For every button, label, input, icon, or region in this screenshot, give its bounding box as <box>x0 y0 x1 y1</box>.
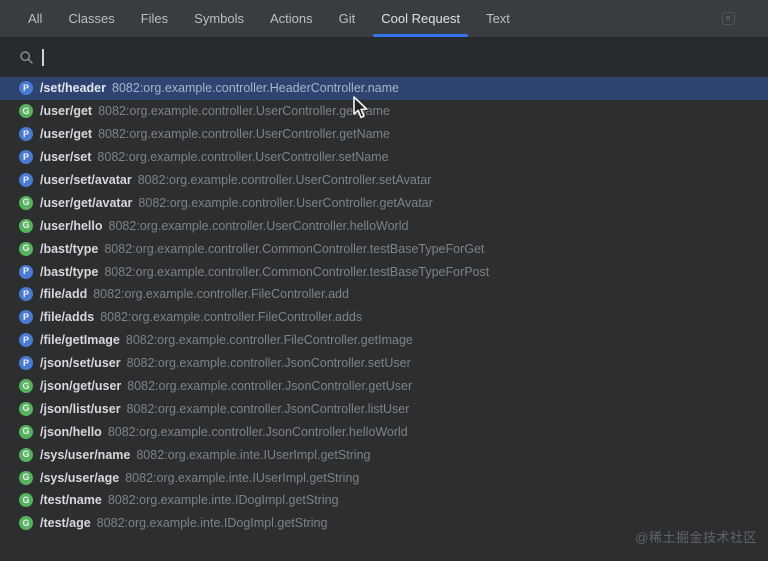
endpoint-path: /user/set/avatar <box>40 173 132 187</box>
endpoint-path: /bast/type <box>40 242 98 256</box>
endpoint-path: /file/add <box>40 287 87 301</box>
endpoint-detail: 8082:org.example.controller.UserControll… <box>138 173 432 187</box>
endpoint-path: /bast/type <box>40 265 98 279</box>
open-in-window-icon[interactable] <box>722 12 735 25</box>
endpoint-detail: 8082:org.example.controller.JsonControll… <box>127 402 410 416</box>
search-icon <box>20 51 33 64</box>
result-row[interactable]: P /bast/type 8082:org.example.controller… <box>0 260 768 283</box>
http-method-icon: G <box>19 379 33 393</box>
result-row[interactable]: G /user/hello 8082:org.example.controlle… <box>0 214 768 237</box>
http-method-icon: P <box>19 81 33 95</box>
result-row[interactable]: P /json/set/user 8082:org.example.contro… <box>0 352 768 375</box>
endpoint-detail: 8082:org.example.controller.CommonContro… <box>104 242 484 256</box>
endpoint-path: /sys/user/name <box>40 448 130 462</box>
endpoint-path: /set/header <box>40 81 106 95</box>
result-row[interactable]: G /json/list/user 8082:org.example.contr… <box>0 397 768 420</box>
watermark: @稀土掘金技术社区 <box>635 527 757 546</box>
endpoint-detail: 8082:org.example.controller.UserControll… <box>98 127 390 141</box>
endpoint-path: /user/get <box>40 104 92 118</box>
result-row[interactable]: P /file/add 8082:org.example.controller.… <box>0 283 768 306</box>
http-method-icon: P <box>19 127 33 141</box>
result-row[interactable]: G /bast/type 8082:org.example.controller… <box>0 237 768 260</box>
results-list: P /set/header 8082:org.example.controlle… <box>0 76 768 535</box>
tab-classes[interactable]: Classes <box>55 0 127 37</box>
endpoint-path: /test/age <box>40 516 91 530</box>
http-method-icon: P <box>19 287 33 301</box>
endpoint-path: /test/name <box>40 493 102 507</box>
http-method-icon: G <box>19 402 33 416</box>
endpoint-detail: 8082:org.example.controller.JsonControll… <box>127 379 412 393</box>
endpoint-detail: 8082:org.example.controller.UserControll… <box>98 104 390 118</box>
http-method-icon: P <box>19 333 33 347</box>
endpoint-detail: 8082:org.example.controller.FileControll… <box>93 287 349 301</box>
http-method-icon: G <box>19 493 33 507</box>
http-method-icon: G <box>19 425 33 439</box>
endpoint-detail: 8082:org.example.controller.JsonControll… <box>127 356 411 370</box>
result-row[interactable]: G /user/get/avatar 8082:org.example.cont… <box>0 191 768 214</box>
endpoint-detail: 8082:org.example.controller.CommonContro… <box>104 265 489 279</box>
endpoint-detail: 8082:org.example.inte.IDogImpl.getString <box>108 493 339 507</box>
result-row[interactable]: G /json/get/user 8082:org.example.contro… <box>0 375 768 398</box>
endpoint-detail: 8082:org.example.inte.IUserImpl.getStrin… <box>125 471 359 485</box>
http-method-icon: P <box>19 310 33 324</box>
http-method-icon: G <box>19 219 33 233</box>
result-row[interactable]: G /sys/user/age 8082:org.example.inte.IU… <box>0 466 768 489</box>
endpoint-path: /user/set <box>40 150 91 164</box>
endpoint-path: /sys/user/age <box>40 471 119 485</box>
endpoint-detail: 8082:org.example.controller.JsonControll… <box>108 425 408 439</box>
endpoint-detail: 8082:org.example.controller.UserControll… <box>138 196 432 210</box>
result-row[interactable]: P /set/header 8082:org.example.controlle… <box>0 77 768 100</box>
endpoint-path: /json/set/user <box>40 356 121 370</box>
endpoint-detail: 8082:org.example.controller.FileControll… <box>100 310 362 324</box>
result-row[interactable]: G /json/hello 8082:org.example.controlle… <box>0 420 768 443</box>
tab-bar: AllClassesFilesSymbolsActionsGitCool Req… <box>0 0 768 38</box>
result-row[interactable]: P /user/get 8082:org.example.controller.… <box>0 123 768 146</box>
http-method-icon: P <box>19 150 33 164</box>
text-caret <box>42 49 44 66</box>
tab-git[interactable]: Git <box>326 0 369 37</box>
http-method-icon: P <box>19 265 33 279</box>
tab-text[interactable]: Text <box>473 0 523 37</box>
tabbar-spacer <box>523 0 722 37</box>
endpoint-path: /json/get/user <box>40 379 121 393</box>
tab-all[interactable]: All <box>15 0 55 37</box>
search-bar <box>0 38 768 76</box>
endpoint-path: /file/getImage <box>40 333 120 347</box>
endpoint-detail: 8082:org.example.inte.IDogImpl.getString <box>97 516 328 530</box>
http-method-icon: P <box>19 173 33 187</box>
tab-actions[interactable]: Actions <box>257 0 326 37</box>
endpoint-path: /user/get <box>40 127 92 141</box>
endpoint-detail: 8082:org.example.controller.FileControll… <box>126 333 413 347</box>
result-row[interactable]: G /sys/user/name 8082:org.example.inte.I… <box>0 443 768 466</box>
result-row[interactable]: P /user/set 8082:org.example.controller.… <box>0 146 768 169</box>
endpoint-detail: 8082:org.example.controller.HeaderContro… <box>112 81 399 95</box>
search-everywhere-dialog: AllClassesFilesSymbolsActionsGitCool Req… <box>0 0 768 561</box>
http-method-icon: G <box>19 516 33 530</box>
endpoint-path: /user/hello <box>40 219 103 233</box>
endpoint-detail: 8082:org.example.controller.UserControll… <box>97 150 388 164</box>
endpoint-detail: 8082:org.example.controller.UserControll… <box>109 219 409 233</box>
http-method-icon: G <box>19 448 33 462</box>
result-row[interactable]: P /user/set/avatar 8082:org.example.cont… <box>0 169 768 192</box>
http-method-icon: P <box>19 356 33 370</box>
tab-symbols[interactable]: Symbols <box>181 0 257 37</box>
endpoint-path: /json/hello <box>40 425 102 439</box>
result-row[interactable]: P /file/getImage 8082:org.example.contro… <box>0 329 768 352</box>
tab-files[interactable]: Files <box>128 0 181 37</box>
endpoint-detail: 8082:org.example.inte.IUserImpl.getStrin… <box>136 448 370 462</box>
result-row[interactable]: G /user/get 8082:org.example.controller.… <box>0 100 768 123</box>
endpoint-path: /json/list/user <box>40 402 121 416</box>
http-method-icon: G <box>19 104 33 118</box>
http-method-icon: G <box>19 196 33 210</box>
http-method-icon: G <box>19 242 33 256</box>
tab-cool-request[interactable]: Cool Request <box>368 0 473 37</box>
endpoint-path: /user/get/avatar <box>40 196 132 210</box>
http-method-icon: G <box>19 471 33 485</box>
endpoint-path: /file/adds <box>40 310 94 324</box>
result-row[interactable]: G /test/name 8082:org.example.inte.IDogI… <box>0 489 768 512</box>
result-row[interactable]: P /file/adds 8082:org.example.controller… <box>0 306 768 329</box>
